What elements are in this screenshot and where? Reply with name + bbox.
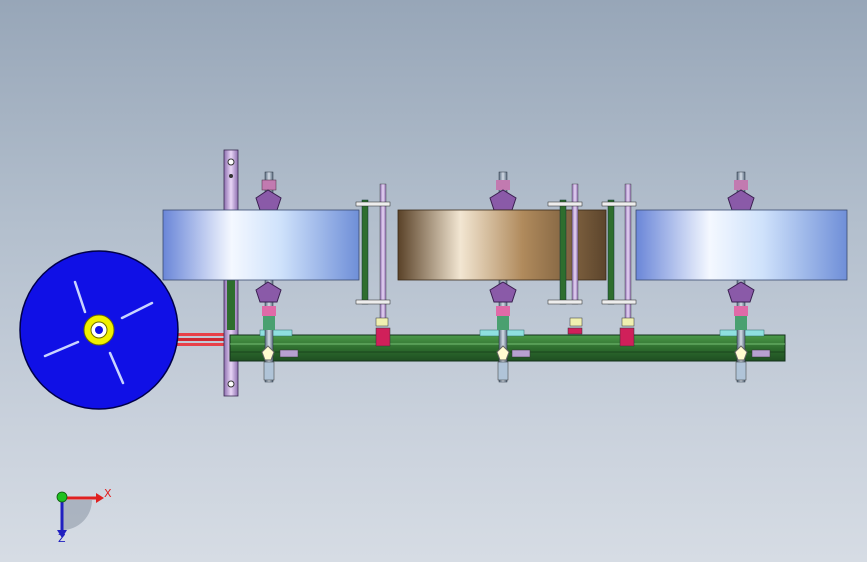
reel-disk[interactable]	[19, 250, 179, 410]
tensioner-right[interactable]	[601, 183, 637, 347]
orientation-triad: X Z	[56, 487, 112, 545]
reel-hub[interactable]	[83, 314, 115, 346]
roller-right[interactable]	[635, 209, 848, 281]
triad-x-label: X	[104, 487, 112, 500]
roller-left[interactable]	[162, 209, 360, 281]
triad-z-label: Z	[58, 532, 66, 545]
tensioner-left[interactable]	[355, 183, 391, 347]
feed-strip[interactable]	[170, 333, 232, 346]
cad-viewport[interactable]: X Z	[0, 0, 867, 562]
